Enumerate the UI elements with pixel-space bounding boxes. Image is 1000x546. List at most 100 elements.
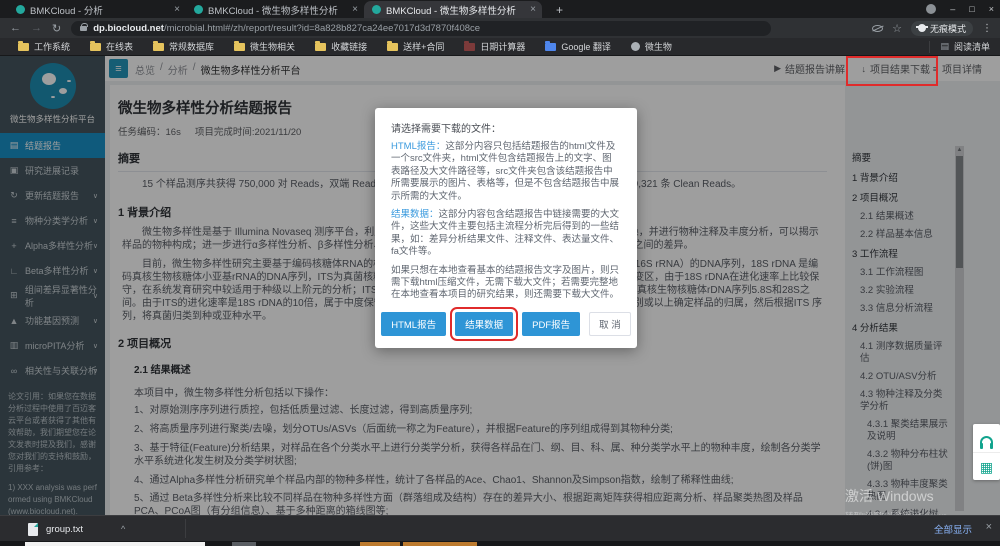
taskbar-segment: [25, 542, 205, 546]
shelf-close-icon[interactable]: ×: [986, 521, 992, 533]
bookmark-item[interactable]: 工作系统: [18, 40, 70, 53]
modal-prompt: 请选择需要下载的文件：: [391, 120, 621, 135]
tab-close-icon[interactable]: ×: [530, 4, 536, 15]
site-favicon: [194, 5, 203, 14]
tab-title: BMKCloud - 微生物多样性分析: [208, 3, 347, 17]
bookmark-item[interactable]: 送样+合同: [387, 40, 444, 53]
modal-paragraph: 结果数据：这部分内容包含结题报告中链接需要的大文件，这些大文件主要包括主流程分析…: [391, 209, 621, 259]
bookmark-item[interactable]: 收藏链接: [315, 40, 367, 53]
back-icon[interactable]: ←: [10, 22, 21, 34]
modal-buttons: HTML报告 结果数据 PDF报告 取 消: [391, 312, 621, 336]
modal-paragraph: 如果只想在本地查看基本的结题报告文字及图片，则只需下载html压缩文件，无需下载…: [391, 265, 621, 302]
toolbar-right: ☆ 无痕模式 ⋮: [872, 18, 992, 38]
bookmark-label: 工作系统: [34, 40, 70, 53]
new-tab-button[interactable]: +: [550, 1, 569, 18]
minimize-button[interactable]: –: [950, 4, 955, 14]
url-toolbar: ← → ↻ dp.biocloud.net/microbial.html#/zh…: [0, 18, 1000, 38]
reading-list-button[interactable]: ▤ 阅读清单: [929, 41, 990, 53]
bookmarks-bar: 工作系统 在线表 常规数据库 微生物相关: [0, 38, 1000, 56]
modal-action-button[interactable]: 结果数据: [455, 312, 513, 336]
bookmark-star-icon[interactable]: ☆: [892, 22, 902, 35]
incognito-profile-icon: [926, 4, 936, 14]
bookmark-label: 微生物: [645, 40, 672, 53]
incognito-label: 无痕模式: [930, 22, 966, 35]
bookmark-folder-icon: [18, 43, 29, 51]
modal-paragraph: HTML报告：这部分内容只包括结题报告的html文件及一个src文件夹，html…: [391, 141, 621, 203]
address-bar[interactable]: dp.biocloud.net/microbial.html#/zh/repor…: [71, 21, 771, 36]
modal-paragraph-lead: 结果数据：: [391, 209, 439, 220]
download-caret-icon[interactable]: ^: [121, 524, 125, 534]
tab-title: BMKCloud - 微生物多样性分析: [386, 3, 525, 17]
qrcode-icon: ▦: [980, 460, 993, 474]
bookmark-folder-icon: [631, 42, 640, 51]
bookmark-item[interactable]: 常规数据库: [153, 40, 214, 53]
modal-paragraph-text: 如果只想在本地查看基本的结题报告文字及图片，则只需下载html压缩文件，无需下载…: [391, 265, 619, 301]
browser-tab[interactable]: BMKCloud - 分析 ×: [8, 1, 186, 18]
taskbar-segment: [360, 542, 400, 546]
tab-close-icon[interactable]: ×: [174, 4, 180, 15]
page-url: dp.biocloud.net/microbial.html#/zh/repor…: [93, 23, 480, 34]
bookmark-list: 工作系统 在线表 常规数据库 微生物相关: [18, 40, 672, 53]
bookmark-label: 日期计算器: [480, 40, 525, 53]
taskbar-sliver: [0, 541, 1000, 546]
bookmark-label: 送样+合同: [403, 40, 444, 53]
browser-tab[interactable]: BMKCloud - 微生物多样性分析 ×: [186, 1, 364, 18]
download-item[interactable]: group.txt ^: [28, 520, 125, 538]
eye-blocked-icon[interactable]: [872, 25, 883, 32]
modal-action-button[interactable]: PDF报告: [522, 312, 580, 336]
screen: BMKCloud - 分析 × BMKCloud - 微生物多样性分析 × BM…: [0, 0, 1000, 546]
download-modal: 请选择需要下载的文件： HTML报告：这部分内容只包括结题报告的html文件及一…: [375, 108, 637, 348]
site-favicon: [16, 5, 25, 14]
bookmark-item[interactable]: Google 翻译: [545, 40, 611, 53]
bookmark-label: 常规数据库: [169, 40, 214, 53]
bookmark-folder-icon: [545, 43, 556, 51]
red-annotation-box: [846, 56, 938, 86]
bookmark-label: 在线表: [106, 40, 133, 53]
bookmark-item[interactable]: 微生物相关: [234, 40, 295, 53]
bookmark-label: Google 翻译: [561, 40, 611, 53]
tab-close-icon[interactable]: ×: [352, 4, 358, 15]
close-button[interactable]: ×: [989, 4, 994, 14]
site-favicon: [372, 5, 381, 14]
bookmark-label: 收藏链接: [331, 40, 367, 53]
floating-helpers: ▦: [973, 424, 1000, 480]
url-domain: dp.biocloud.net: [93, 23, 164, 34]
bookmark-item[interactable]: 日期计算器: [464, 40, 525, 53]
bookmark-item[interactable]: 微生物: [631, 40, 672, 53]
menu-more-icon[interactable]: ⋮: [982, 23, 992, 34]
show-all-downloads-button[interactable]: 全部显示: [934, 522, 972, 536]
bookmark-folder-icon: [315, 43, 326, 51]
incognito-spy-icon: [918, 24, 926, 32]
browser-tab[interactable]: BMKCloud - 微生物多样性分析 ×: [364, 1, 542, 18]
window-controls: – □ ×: [926, 0, 994, 17]
modal-action-button[interactable]: HTML报告: [381, 312, 446, 336]
bookmark-folder-icon: [464, 43, 475, 51]
tab-list: BMKCloud - 分析 × BMKCloud - 微生物多样性分析 × BM…: [8, 1, 542, 18]
downloads-shelf: group.txt ^ 全部显示 ×: [0, 515, 1000, 541]
tab-title: BMKCloud - 分析: [30, 3, 169, 17]
browser-tab-strip: BMKCloud - 分析 × BMKCloud - 微生物多样性分析 × BM…: [0, 0, 1000, 18]
web-page: ≡ 总览 / 分析 / 微生物多样性分析平台 ▶ 结题报告讲解 ↓ 项目结果下载…: [0, 56, 1000, 515]
shelf-divider: [185, 519, 186, 538]
bookmark-label: 微生物相关: [250, 40, 295, 53]
lock-icon: [80, 26, 87, 31]
modal-action-button[interactable]: 取 消: [589, 312, 631, 336]
reading-list-label: 阅读清单: [954, 40, 990, 53]
download-filename: group.txt: [46, 524, 83, 535]
customer-service-button[interactable]: [973, 424, 1000, 452]
bookmark-item[interactable]: 在线表: [90, 40, 133, 53]
refresh-icon[interactable]: ↻: [52, 22, 61, 35]
incognito-badge[interactable]: 无痕模式: [911, 21, 973, 36]
bookmark-folder-icon: [153, 43, 164, 51]
modal-body: HTML报告：这部分内容只包括结题报告的html文件及一个src文件夹，html…: [391, 141, 621, 302]
forward-icon[interactable]: →: [31, 22, 42, 34]
bookmark-folder-icon: [387, 43, 398, 51]
qrcode-button[interactable]: ▦: [973, 452, 1000, 480]
file-icon: [28, 523, 38, 536]
taskbar-segment: [403, 542, 477, 546]
url-path: /microbial.html#/zh/report/result?id=8a8…: [164, 23, 480, 34]
bookmark-folder-icon: [234, 43, 245, 51]
bookmark-folder-icon: [90, 43, 101, 51]
maximize-button[interactable]: □: [969, 4, 974, 14]
taskbar-segment: [232, 542, 256, 546]
